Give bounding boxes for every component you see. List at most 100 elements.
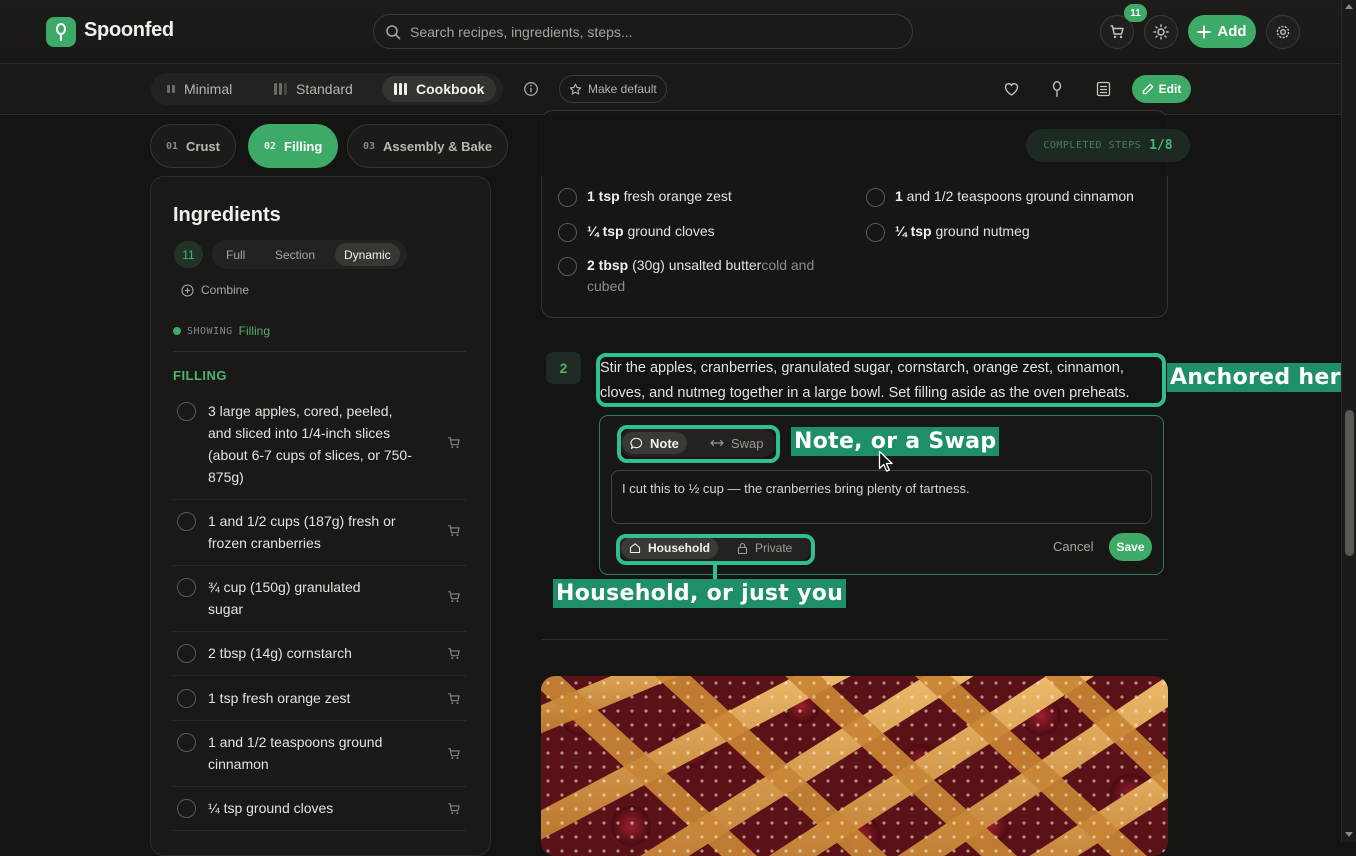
ingredient-checkbox[interactable] [177, 578, 196, 597]
list-item[interactable]: 1 and 1/2 cups (187g) fresh or frozen cr… [173, 512, 466, 566]
note-type-highlight [617, 425, 780, 463]
ingredient-checkbox[interactable] [177, 689, 196, 708]
view-mode-label: Standard [296, 81, 353, 97]
ingredients-panel: Ingredients 11 Full Section Dynamic Comb… [150, 176, 491, 856]
settings-button[interactable] [1266, 15, 1300, 49]
view-mode-standard[interactable]: Standard [262, 76, 365, 102]
plus-circle-icon [181, 283, 194, 297]
plus-icon [1197, 25, 1211, 39]
ingredient-text: 3 large apples, cored, peeled, and slice… [208, 403, 412, 485]
tab-assembly-bake[interactable]: 03 Assembly & Bake [347, 124, 509, 168]
star-icon [569, 83, 582, 96]
cart-icon [1109, 24, 1125, 40]
ingredient-text: ¼ tsp ground cloves [208, 800, 334, 816]
completed-steps-value: 1/8 [1149, 138, 1173, 153]
section-divider [541, 639, 1168, 640]
ingredient-checkbox[interactable] [866, 188, 885, 207]
add-button[interactable]: Add [1188, 15, 1256, 48]
brand-name[interactable]: Spoonfed [84, 19, 174, 42]
scrollbar-thumb[interactable] [1345, 410, 1354, 556]
add-label: Add [1217, 23, 1247, 40]
status-dot [173, 327, 181, 335]
ingredient-view-dynamic[interactable]: Dynamic [335, 243, 400, 266]
ingredient-checkbox[interactable] [177, 512, 196, 531]
view-mode-label: Cookbook [416, 81, 485, 97]
ingredient-checkbox[interactable] [558, 188, 577, 207]
tab-label: Filling [284, 138, 323, 154]
info-icon[interactable] [523, 81, 539, 97]
showing-label: SHOWING [187, 325, 233, 337]
ingredient-checkbox[interactable] [558, 223, 577, 242]
list-item[interactable]: ¾ cup (150g) granulated sugar [173, 578, 466, 632]
recipe-photo [541, 676, 1168, 856]
tab-label: Crust [186, 138, 220, 154]
cookbook-icon [394, 83, 407, 95]
pin-icon[interactable] [1050, 80, 1064, 98]
view-mode-minimal[interactable]: Minimal [155, 76, 244, 102]
ingredient-checkbox[interactable] [177, 733, 196, 752]
list-icon[interactable] [1096, 81, 1111, 97]
list-item[interactable]: 1 and 1/2 teaspoons ground cinnamon [173, 733, 466, 787]
add-to-cart-icon[interactable] [447, 436, 461, 449]
ingredient-checkbox[interactable] [177, 402, 196, 421]
view-mode-label: Minimal [184, 81, 233, 97]
completed-steps-label: COMPLETED STEPS [1043, 140, 1142, 151]
ingredient-view-full[interactable]: Full [217, 243, 254, 266]
tab-crust[interactable]: 01 Crust [150, 124, 236, 168]
completed-steps-indicator: COMPLETED STEPS 1/8 [1026, 129, 1190, 162]
save-button[interactable]: Save [1109, 533, 1152, 561]
tab-number: 02 [264, 140, 277, 152]
combine-button[interactable]: Combine [181, 283, 249, 297]
theme-toggle-button[interactable] [1144, 15, 1178, 49]
ingredient-text: 2 tbsp (14g) cornstarch [208, 645, 352, 661]
pencil-icon [1142, 83, 1154, 95]
minimal-icon [167, 85, 175, 93]
annotation-household: Household, or just you [553, 579, 847, 608]
add-to-cart-icon[interactable] [447, 647, 461, 660]
note-textarea[interactable]: I cut this to ½ cup — the cranberries br… [611, 470, 1152, 524]
ingredient-view-section[interactable]: Section [266, 243, 324, 266]
search-input[interactable]: Search recipes, ingredients, steps... [373, 14, 913, 49]
add-to-cart-icon[interactable] [447, 802, 461, 815]
gear-icon [1275, 24, 1291, 40]
add-to-cart-icon[interactable] [447, 747, 461, 760]
cancel-button[interactable]: Cancel [1053, 539, 1093, 554]
ingredient-checkbox[interactable] [177, 799, 196, 818]
list-item[interactable]: 2 tbsp (14g) cornstarch [173, 644, 466, 676]
list-item[interactable]: ¼ tsp ground cloves [173, 799, 466, 831]
standard-icon [274, 83, 287, 95]
tab-filling[interactable]: 02 Filling [248, 124, 339, 168]
section-heading: FILLING [173, 368, 228, 383]
scroll-up-arrow-icon[interactable] [1345, 4, 1353, 9]
view-mode-cookbook[interactable]: Cookbook [382, 76, 497, 102]
ingredient-checkbox[interactable] [177, 644, 196, 663]
list-item[interactable]: 3 large apples, cored, peeled, and slice… [173, 402, 466, 500]
step-text-highlight [596, 353, 1166, 407]
scroll-down-arrow-icon[interactable] [1345, 832, 1353, 837]
search-icon [385, 24, 401, 40]
tab-number: 01 [166, 140, 179, 152]
favorite-heart-icon[interactable] [1003, 81, 1020, 97]
add-to-cart-icon[interactable] [447, 524, 461, 537]
list-item[interactable]: 1 tsp fresh orange zest [173, 689, 466, 721]
add-to-cart-icon[interactable] [447, 692, 461, 705]
make-default-button[interactable]: Make default [559, 75, 667, 103]
visibility-highlight [616, 534, 815, 565]
ingredient-checkbox[interactable] [558, 257, 577, 276]
edit-label: Edit [1158, 82, 1182, 96]
tabs-backdrop [520, 115, 1341, 176]
edit-button[interactable]: Edit [1132, 75, 1191, 103]
showing-section: Filling [238, 324, 270, 338]
ingredient-text: 1 and 1/2 teaspoons ground cinnamon [208, 734, 383, 772]
ingredient-text: ¾ cup (150g) granulated sugar [208, 579, 361, 617]
annotation-connector [713, 565, 717, 579]
make-default-label: Make default [588, 82, 657, 96]
ingredient-text: 1 and 1/2 cups (187g) fresh or frozen cr… [208, 513, 396, 551]
add-to-cart-icon[interactable] [447, 590, 461, 603]
sun-icon [1153, 24, 1169, 40]
ingredient-view-selector: Full Section Dynamic [212, 240, 407, 269]
view-mode-selector: Minimal Standard Cookbook [151, 73, 503, 105]
logo-icon[interactable] [46, 17, 76, 47]
ingredient-checkbox[interactable] [866, 223, 885, 242]
page-scrollbar[interactable] [1341, 0, 1356, 842]
